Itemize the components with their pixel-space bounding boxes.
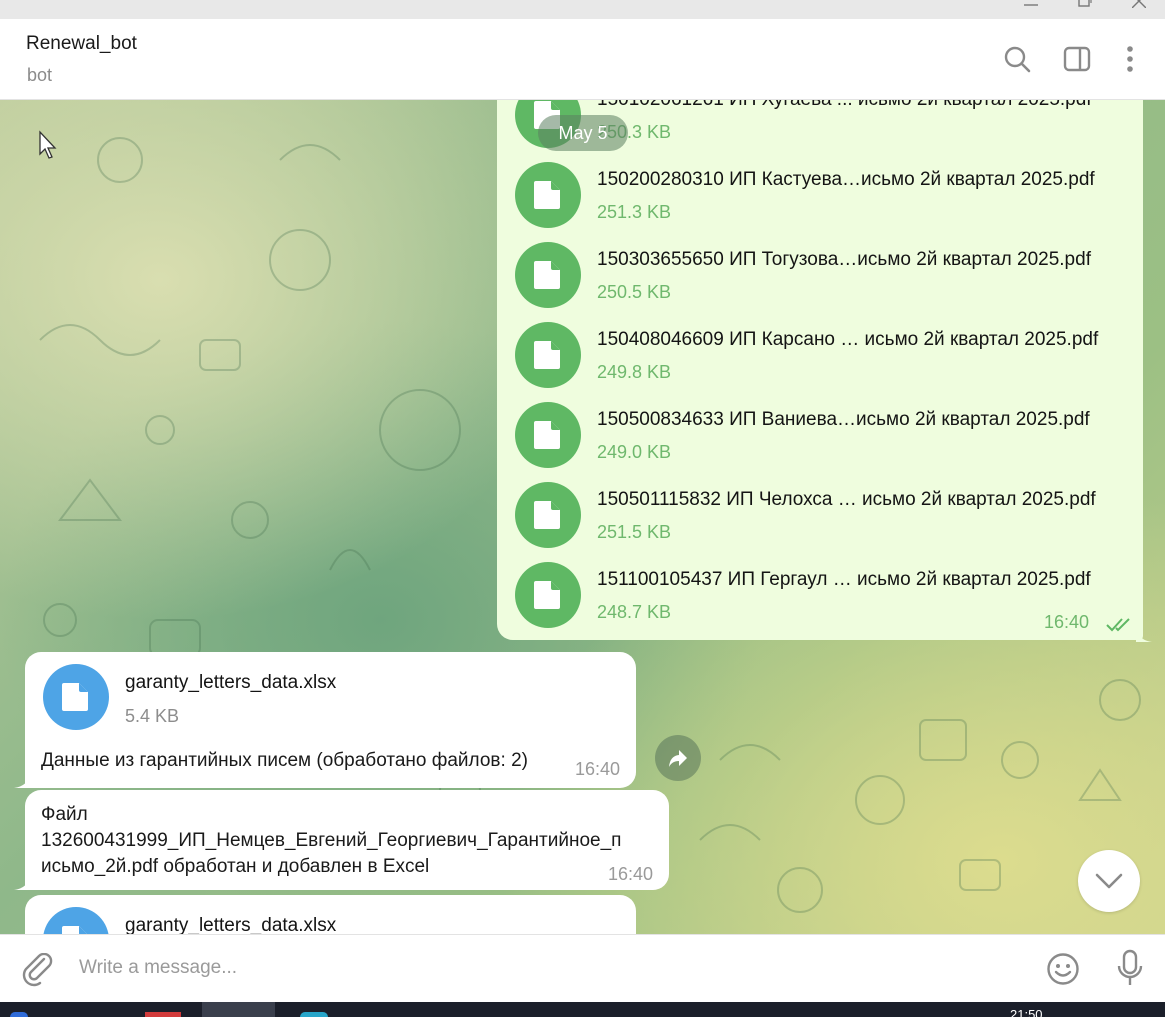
file-name: 150303655650 ИП Тогузова…исьмо 2й кварта… — [597, 249, 1091, 270]
microphone-icon[interactable] — [1116, 949, 1144, 992]
taskbar-clock: 21:50 — [1010, 1007, 1043, 1017]
outgoing-file-item[interactable]: 150200280310 ИП Кастуева…исьмо 2й кварта… — [515, 162, 1135, 228]
document-icon[interactable] — [43, 907, 109, 934]
message-text: Данные из гарантийных писем (обработано … — [41, 750, 528, 771]
outgoing-file-item[interactable]: 150501115832 ИП Челохса … исьмо 2й кварт… — [515, 482, 1135, 548]
message-text-line: Файл — [41, 804, 88, 825]
document-icon[interactable] — [515, 162, 581, 228]
message-time: 16:40 — [608, 864, 654, 884]
incoming-bubble-tail — [14, 876, 30, 890]
file-size: 248.7 KB — [597, 602, 672, 622]
message-text-line: 132600431999_ИП_Немцев_Евгений_Георгиеви… — [41, 830, 622, 851]
os-taskbar: 21:50 — [0, 1002, 1165, 1017]
emoji-icon[interactable] — [1046, 952, 1080, 991]
incoming-message-bubble[interactable]: garanty_letters_data.xlsx 5.4 KB Данные … — [25, 652, 636, 788]
file-size: 251.5 KB — [597, 522, 672, 542]
outgoing-file-item[interactable]: 150408046609 ИП Карсано … исьмо 2й кварт… — [515, 322, 1135, 388]
search-icon[interactable] — [1003, 45, 1031, 73]
message-input[interactable] — [79, 949, 1019, 987]
document-icon[interactable] — [515, 242, 581, 308]
file-size: 249.0 KB — [597, 442, 672, 462]
taskbar-app-icon[interactable] — [300, 1012, 328, 1017]
file-name: garanty_letters_data.xlsx — [125, 672, 337, 693]
outgoing-file-item[interactable]: 151100105437 ИП Гергаул … исьмо 2й кварт… — [515, 562, 1135, 628]
message-composer — [0, 934, 1165, 1002]
file-name: 150500834633 ИП Ваниева…исьмо 2й квартал… — [597, 409, 1090, 430]
outgoing-file-item[interactable]: 150303655650 ИП Тогузова…исьмо 2й кварта… — [515, 242, 1135, 308]
window-title-bar — [0, 0, 1165, 19]
message-time: 16:40 — [1044, 612, 1090, 632]
file-name: garanty_letters_data.xlsx — [125, 915, 337, 934]
chevron-down-icon — [1095, 873, 1123, 889]
scroll-to-bottom-button[interactable] — [1078, 850, 1140, 912]
file-name: 151100105437 ИП Гергаул … исьмо 2й кварт… — [597, 569, 1091, 590]
more-vertical-icon[interactable] — [1116, 45, 1144, 73]
chat-messages-area[interactable]: 150102061261 ИП Хугаева ... исьмо 2й ква… — [0, 100, 1165, 934]
close-icon[interactable] — [1132, 0, 1146, 8]
chat-header: Renewal_bot bot — [0, 19, 1165, 100]
taskbar-app-icon[interactable] — [10, 1012, 28, 1017]
incoming-message-bubble[interactable]: Файл 132600431999_ИП_Немцев_Евгений_Геор… — [25, 790, 669, 890]
file-name: 150102061261 ИП Хугаева ... исьмо 2й ква… — [597, 100, 1092, 111]
file-name: 150408046609 ИП Карсано … исьмо 2й кварт… — [597, 329, 1099, 350]
chat-status: bot — [27, 65, 53, 85]
incoming-message-bubble[interactable]: garanty_letters_data.xlsx — [25, 895, 636, 934]
outgoing-bubble-tail — [1136, 628, 1152, 642]
document-icon[interactable] — [515, 562, 581, 628]
outgoing-file-item[interactable]: 150500834633 ИП Ваниева…исьмо 2й квартал… — [515, 402, 1135, 468]
document-icon[interactable] — [515, 482, 581, 548]
document-icon[interactable] — [515, 322, 581, 388]
mouse-cursor-icon — [38, 130, 58, 165]
document-icon[interactable] — [515, 402, 581, 468]
file-name: 150501115832 ИП Челохса … исьмо 2й кварт… — [597, 489, 1096, 510]
attach-icon[interactable] — [22, 952, 54, 992]
file-size: 249.8 KB — [597, 362, 672, 382]
chat-title[interactable]: Renewal_bot — [26, 33, 137, 55]
forward-icon — [669, 750, 687, 767]
incoming-bubble-tail — [14, 774, 30, 788]
document-icon[interactable] — [43, 664, 109, 730]
date-separator: May 5 — [538, 115, 628, 151]
double-check-icon — [1106, 616, 1134, 637]
message-text-line: исьмо_2й.pdf обработан и добавлен в Exce… — [41, 856, 430, 877]
file-name: 150200280310 ИП Кастуева…исьмо 2й кварта… — [597, 169, 1095, 190]
message-time: 16:40 — [575, 759, 621, 779]
forward-button[interactable] — [655, 735, 701, 781]
file-size: 251.3 KB — [597, 202, 672, 222]
minimize-icon[interactable] — [1024, 0, 1038, 8]
sidebar-toggle-icon[interactable] — [1063, 45, 1091, 73]
restore-icon[interactable] — [1078, 0, 1092, 8]
taskbar-active-app[interactable] — [202, 1002, 275, 1017]
file-size: 250.5 KB — [597, 282, 672, 302]
file-size: 5.4 KB — [125, 706, 180, 726]
taskbar-app-icon[interactable] — [145, 1012, 181, 1017]
